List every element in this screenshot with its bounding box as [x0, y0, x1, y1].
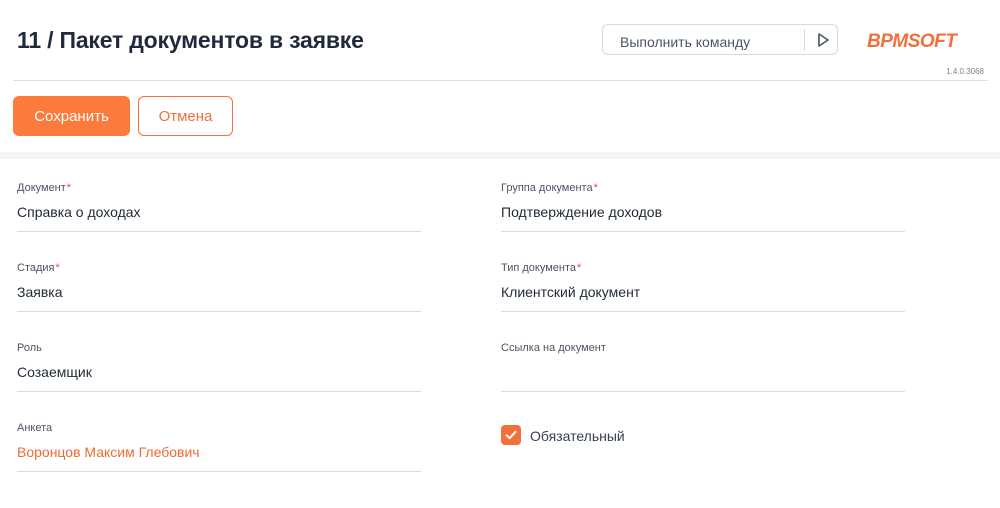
run-command-button[interactable]: [812, 30, 834, 50]
page-title: 11 / Пакет документов в заявке: [17, 27, 364, 53]
play-triangle-icon: [818, 33, 829, 47]
document-type-value[interactable]: Клиентский документ: [501, 284, 640, 300]
stage-field[interactable]: Стадия* Заявка: [17, 262, 421, 322]
questionnaire-field[interactable]: Анкета Воронцов Максим Глебович: [17, 422, 421, 482]
command-box[interactable]: Выполнить команду: [602, 24, 838, 55]
header-divider: [13, 80, 988, 81]
save-button[interactable]: Сохранить: [13, 96, 130, 136]
field-label: Тип документа*: [501, 262, 582, 274]
command-input[interactable]: Выполнить команду: [620, 34, 750, 50]
questionnaire-link[interactable]: Воронцов Максим Глебович: [17, 444, 200, 460]
field-label: Анкета: [17, 422, 53, 434]
field-underline: [17, 311, 421, 312]
document-link-field[interactable]: Ссылка на документ: [501, 342, 905, 402]
mandatory-label: Обязательный: [530, 428, 625, 444]
logo-text: BPMSOFT: [867, 31, 958, 51]
document-group-value[interactable]: Подтверждение доходов: [501, 204, 662, 220]
field-label: Роль: [17, 342, 42, 354]
page-header: 11 / Пакет документов в заявке Выполнить…: [0, 0, 1000, 152]
document-value[interactable]: Справка о доходах: [17, 204, 141, 220]
document-group-field[interactable]: Группа документа* Подтверждение доходов: [501, 182, 905, 242]
stage-value[interactable]: Заявка: [17, 284, 62, 300]
field-label: Группа документа*: [501, 182, 598, 194]
document-field[interactable]: Документ* Справка о доходах: [17, 182, 421, 242]
field-label: Документ*: [17, 182, 72, 194]
role-value[interactable]: Созаемщик: [17, 364, 92, 380]
field-label: Стадия*: [17, 262, 60, 274]
field-underline: [17, 231, 421, 232]
field-label: Ссылка на документ: [501, 342, 606, 354]
field-underline: [17, 471, 421, 472]
section-divider: [0, 152, 1000, 159]
field-underline: [501, 391, 905, 392]
mandatory-checkbox[interactable]: [501, 425, 521, 445]
checkmark-icon: [505, 430, 517, 440]
bpmsoft-logo: BPMSOFT: [867, 31, 987, 52]
command-separator: [804, 29, 805, 51]
cancel-button[interactable]: Отмена: [138, 96, 233, 136]
field-underline: [501, 311, 905, 312]
version-label: 1.4.0.3068: [946, 67, 984, 76]
field-underline: [501, 231, 905, 232]
role-field[interactable]: Роль Созаемщик: [17, 342, 421, 402]
field-underline: [17, 391, 421, 392]
document-type-field[interactable]: Тип документа* Клиентский документ: [501, 262, 905, 322]
